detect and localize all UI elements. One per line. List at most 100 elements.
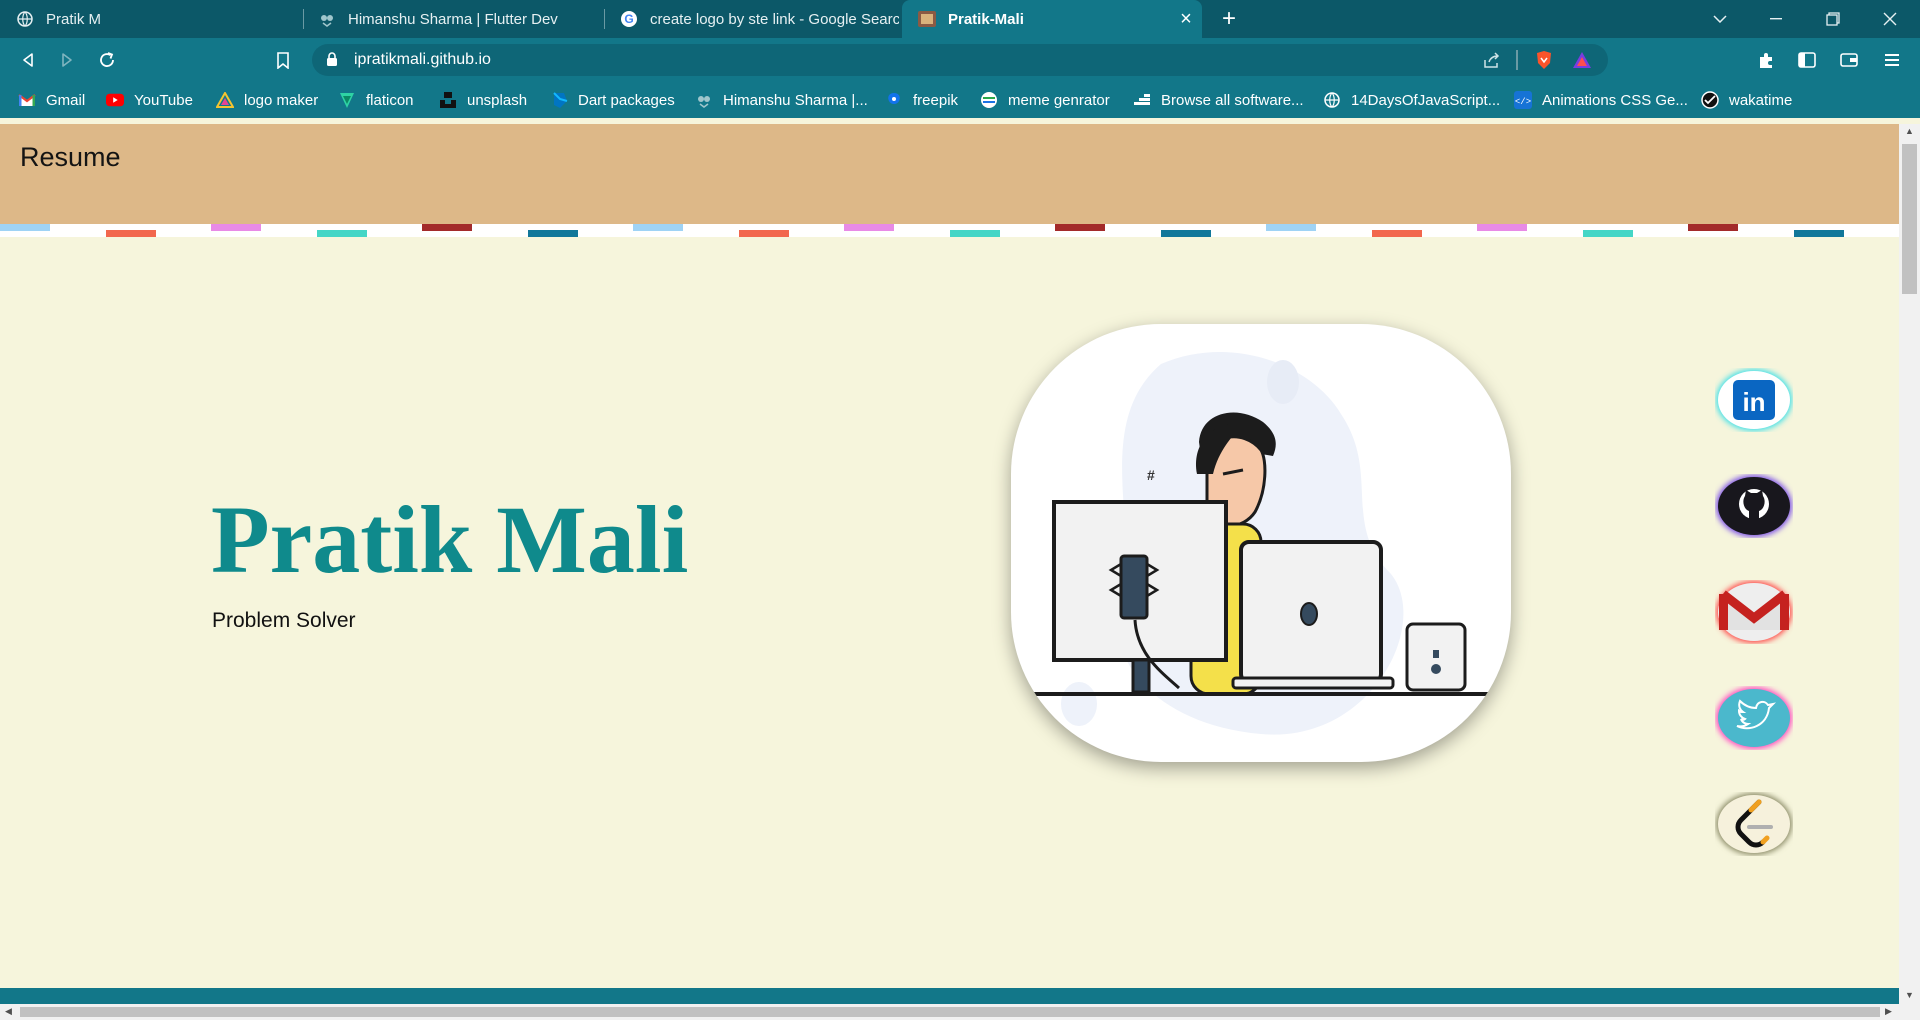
- owl-icon: [318, 10, 336, 28]
- globe-icon: [16, 10, 34, 28]
- stripe-dash: [316, 230, 367, 237]
- stripe-dash: [1371, 230, 1422, 237]
- tab-strip: Pratik M Himanshu Sharma | Flutter Dev G…: [0, 0, 1920, 38]
- bookmark-label: wakatime: [1729, 91, 1793, 109]
- svg-text:G: G: [624, 12, 633, 26]
- stripe-dash: [1055, 224, 1105, 231]
- google-icon: G: [620, 10, 638, 28]
- bookmark-icon[interactable]: [269, 46, 297, 74]
- tab-pratik-m[interactable]: Pratik M: [0, 0, 300, 38]
- brave-shields-icon[interactable]: [1530, 48, 1558, 72]
- scroll-down-icon[interactable]: ▼: [1905, 990, 1914, 1000]
- youtube-icon: [106, 91, 124, 109]
- tab-title: create logo by ste link - Google Search: [650, 10, 899, 28]
- tab-himanshu[interactable]: Himanshu Sharma | Flutter Dev: [302, 0, 602, 38]
- footer-bar: [0, 988, 1899, 1004]
- bookmark-dart[interactable]: Dart packages: [550, 82, 675, 118]
- tab-search-icon[interactable]: [1692, 0, 1748, 38]
- bookmark-unsplash[interactable]: unsplash: [439, 82, 527, 118]
- scroll-thumb[interactable]: [1902, 144, 1917, 294]
- scroll-thumb[interactable]: [20, 1007, 1880, 1017]
- share-icon[interactable]: [1478, 48, 1506, 72]
- page-viewport: Resume Pratik Mali Problem Solver # in: [0, 124, 1899, 1004]
- minimize-icon[interactable]: [1748, 0, 1804, 38]
- stripe-dash: [633, 224, 683, 231]
- bookmark-label: freepik: [913, 91, 959, 109]
- svg-text:#: #: [1147, 467, 1155, 483]
- reload-icon[interactable]: [93, 46, 121, 74]
- site-brand[interactable]: Resume: [20, 142, 121, 173]
- close-window-icon[interactable]: [1862, 0, 1918, 38]
- tab-google-search[interactable]: G create logo by ste link - Google Searc…: [604, 0, 899, 38]
- stripe-dash: [1793, 230, 1844, 237]
- stripe-dash: [1582, 230, 1633, 237]
- bookmark-logo-maker[interactable]: logo maker: [216, 82, 318, 118]
- stripe-dash: [738, 230, 789, 237]
- wallet-icon[interactable]: [1835, 46, 1863, 74]
- bookmark-label: YouTube: [134, 91, 193, 109]
- gmail-icon: [18, 91, 36, 109]
- software-icon: [1133, 91, 1151, 109]
- new-tab-icon[interactable]: +: [1217, 5, 1241, 32]
- gmail-link[interactable]: [1715, 580, 1793, 649]
- sidebar-icon[interactable]: [1793, 46, 1821, 74]
- profile-illustration: #: [1011, 324, 1511, 762]
- bookmark-gmail[interactable]: Gmail: [18, 82, 85, 118]
- twitter-link[interactable]: [1715, 686, 1793, 752]
- bookmark-14days[interactable]: 14DaysOfJavaScript...: [1323, 82, 1500, 118]
- stripe-dash: [0, 224, 50, 231]
- forward-icon[interactable]: [53, 46, 81, 74]
- menu-icon[interactable]: [1878, 46, 1906, 74]
- svg-text:</>: </>: [1515, 97, 1531, 107]
- brave-rewards-icon[interactable]: [1568, 48, 1596, 72]
- github-link[interactable]: [1715, 474, 1793, 540]
- bookmark-flaticon[interactable]: flaticon: [338, 82, 414, 118]
- restore-icon[interactable]: [1805, 0, 1861, 38]
- bookmark-label: 14DaysOfJavaScript...: [1351, 91, 1501, 109]
- dart-icon: [550, 91, 568, 109]
- bookmark-label: meme genrator: [1008, 91, 1110, 109]
- bookmark-animations[interactable]: </> Animations CSS Ge...: [1514, 82, 1688, 118]
- bookmark-youtube[interactable]: YouTube: [106, 82, 193, 118]
- freepik-icon: [885, 91, 903, 109]
- tab-title: Himanshu Sharma | Flutter Dev: [348, 10, 558, 28]
- bookmark-freepik[interactable]: freepik: [885, 82, 958, 118]
- svg-text:in: in: [1742, 387, 1765, 417]
- stripe-dash: [211, 224, 261, 231]
- back-icon[interactable]: [14, 46, 42, 74]
- lock-icon: [326, 52, 338, 72]
- stripe-dash: [422, 224, 472, 231]
- stripe-dash: [1477, 224, 1527, 231]
- extensions-icon[interactable]: [1752, 46, 1780, 74]
- bookmark-wakatime[interactable]: wakatime: [1701, 82, 1792, 118]
- bookmark-himanshu[interactable]: Himanshu Sharma |...: [695, 82, 868, 118]
- bookmark-meme[interactable]: meme genrator: [980, 82, 1110, 118]
- globe-icon: [1323, 91, 1341, 109]
- leetcode-link[interactable]: [1715, 792, 1793, 858]
- horizontal-scrollbar[interactable]: ◀ ▶: [0, 1004, 1920, 1020]
- linkedin-link[interactable]: in: [1715, 368, 1793, 437]
- scroll-right-icon[interactable]: ▶: [1885, 1006, 1892, 1017]
- scroll-left-icon[interactable]: ◀: [5, 1006, 12, 1017]
- address-bar[interactable]: ipratikmali.github.io: [312, 44, 1608, 76]
- site-header: Resume: [0, 124, 1899, 224]
- tab-title: Pratik M: [46, 10, 102, 28]
- close-tab-icon[interactable]: ×: [1174, 7, 1198, 31]
- bookmark-software[interactable]: Browse all software...: [1133, 82, 1304, 118]
- tab-pratik-mali[interactable]: Pratik-Mali: [902, 0, 1202, 38]
- stripe-dash: [1160, 230, 1211, 237]
- url-text: ipratikmali.github.io: [354, 51, 491, 68]
- vertical-scrollbar[interactable]: ▲ ▼: [1899, 124, 1920, 1004]
- hero-name: Pratik Mali: [211, 486, 689, 593]
- stripe-dash: [1688, 224, 1738, 231]
- bookmarks-bar: Gmail YouTube logo maker flaticon unspla…: [0, 82, 1920, 118]
- bookmark-label: unsplash: [467, 91, 528, 109]
- divider: [1516, 50, 1518, 70]
- decorative-stripe: [0, 224, 1899, 237]
- linkedin-icon: in: [1715, 368, 1793, 437]
- bookmark-label: Gmail: [46, 91, 86, 109]
- scroll-up-icon[interactable]: ▲: [1905, 126, 1914, 136]
- gmail-icon: [1715, 580, 1793, 649]
- logo-maker-icon: [216, 91, 234, 109]
- bookmark-label: Animations CSS Ge...: [1542, 91, 1688, 109]
